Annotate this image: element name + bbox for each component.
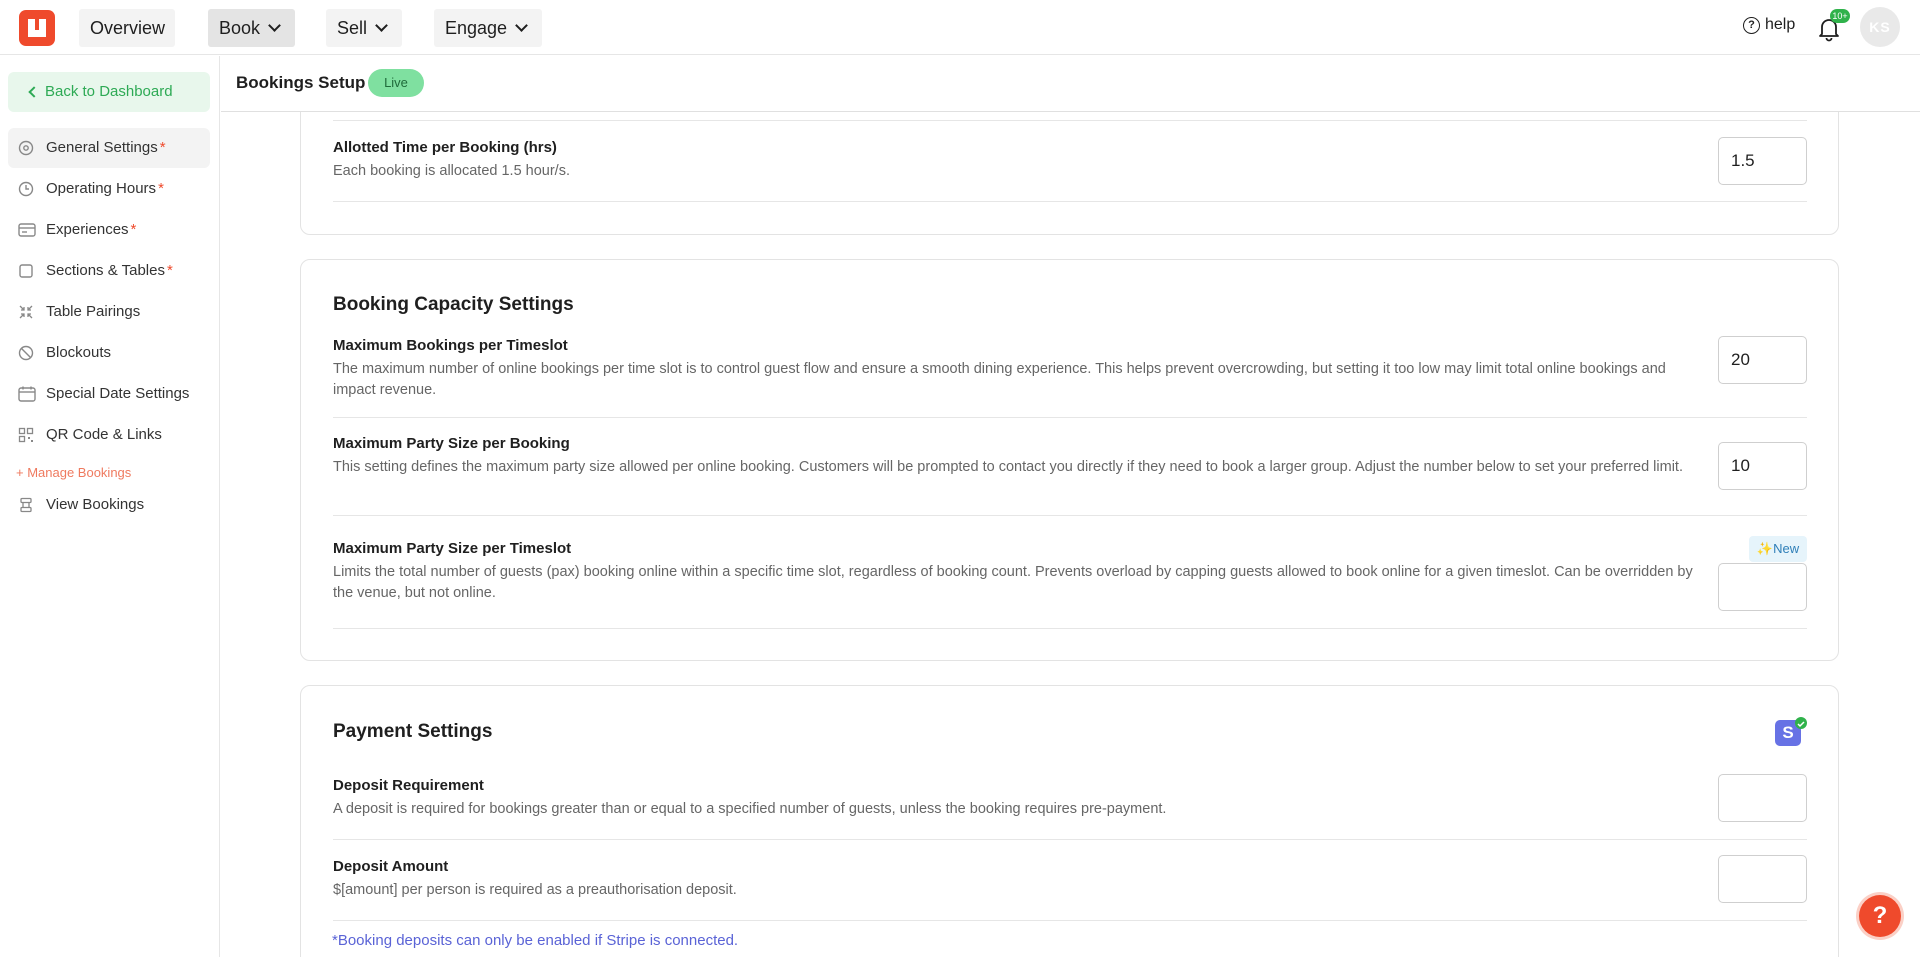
sidebar-item-view-bookings[interactable]: View Bookings <box>8 485 210 525</box>
block-icon <box>18 345 34 361</box>
page-header: Bookings Setup Live <box>221 56 1920 112</box>
max-party-timeslot-description: Limits the total number of guests (pax) … <box>333 564 1693 601</box>
question-circle-icon: ? <box>1743 16 1760 34</box>
chevron-down-icon <box>268 19 281 32</box>
bookings-stack-icon <box>20 497 32 513</box>
sidebar-item-table-pairings[interactable]: Table Pairings <box>8 292 210 332</box>
sidebar-item-label: Experiences <box>46 221 129 238</box>
sidebar-item-operating-hours[interactable]: Operating Hours * <box>8 169 210 209</box>
max-bookings-title: Maximum Bookings per Timeslot <box>333 337 568 354</box>
sidebar-item-label: Sections & Tables <box>46 262 165 279</box>
nav-sell-label: Sell <box>337 18 368 38</box>
user-avatar[interactable]: KS <box>1860 7 1900 47</box>
sidebar-item-general-settings[interactable]: General Settings * <box>8 128 210 168</box>
max-bookings-input[interactable]: 20 <box>1718 336 1807 384</box>
logo-icon <box>28 19 46 37</box>
qr-code-icon <box>18 427 34 443</box>
gear-icon <box>18 140 34 156</box>
deposit-amount-input[interactable] <box>1718 855 1807 903</box>
nav-book[interactable]: Book <box>208 9 295 47</box>
help-floating-button[interactable]: ? <box>1859 895 1901 937</box>
max-bookings-description: The maximum number of online bookings pe… <box>333 361 1666 398</box>
chevron-down-icon <box>375 19 388 32</box>
square-icon <box>19 264 33 278</box>
deposit-requirement-input[interactable] <box>1718 774 1807 822</box>
sidebar-item-blockouts[interactable]: Blockouts <box>8 333 210 373</box>
max-party-row: Maximum Party Size per Booking This sett… <box>333 435 1807 495</box>
divider <box>333 515 1807 516</box>
chevron-down-icon <box>515 19 528 32</box>
allotted-time-description: Each booking is allocated 1.5 hour/s. <box>333 163 570 179</box>
sidebar-item-qr-code-links[interactable]: QR Code & Links <box>8 415 210 455</box>
sidebar-item-label: Table Pairings <box>46 303 141 320</box>
payment-settings-card: Payment Settings S Deposit Requirement A… <box>300 685 1839 957</box>
deposit-requirement-title: Deposit Requirement <box>333 777 484 794</box>
sidebar-item-label: Operating Hours <box>46 180 157 197</box>
deposit-amount-description: $[amount] per person is required as a pr… <box>333 882 737 898</box>
sidebar-item-label: Blockouts <box>46 344 112 361</box>
deposit-amount-title: Deposit Amount <box>333 858 449 875</box>
nav-sell[interactable]: Sell <box>326 9 402 47</box>
help-label: help <box>1765 16 1796 33</box>
payment-settings-title: Payment Settings <box>333 721 493 742</box>
help-link[interactable]: ? help <box>1743 16 1795 34</box>
sidebar-item-label: View Bookings <box>46 496 145 513</box>
divider <box>333 839 1807 840</box>
stripe-connection-note: *Booking deposits can only be enabled if… <box>332 932 739 949</box>
new-feature-badge: ✨New <box>1749 536 1807 562</box>
divider <box>333 417 1807 418</box>
nav-engage[interactable]: Engage <box>434 9 542 47</box>
required-marker: * <box>130 221 137 238</box>
sidebar-item-label: Special Date Settings <box>46 385 190 402</box>
checkmark-icon <box>1797 721 1805 728</box>
nav-engage-label: Engage <box>445 18 508 38</box>
divider <box>333 628 1807 629</box>
max-party-timeslot-input[interactable] <box>1718 563 1807 611</box>
deposit-requirement-row: Deposit Requirement A deposit is require… <box>333 777 1807 821</box>
required-marker: * <box>159 139 166 156</box>
required-marker: * <box>158 180 164 197</box>
divider <box>333 120 1807 121</box>
max-party-title: Maximum Party Size per Booking <box>333 435 570 452</box>
sidebar-item-label: General Settings <box>46 139 158 156</box>
allotted-time-input[interactable]: 1.5 <box>1718 137 1807 185</box>
sidebar-item-sections-tables[interactable]: Sections & Tables * <box>8 251 210 291</box>
sidebar-item-label: QR Code & Links <box>46 426 162 443</box>
page-title: Bookings Setup <box>236 73 366 92</box>
allotted-time-title: Allotted Time per Booking (hrs) <box>333 139 557 156</box>
booking-capacity-card: Booking Capacity Settings Maximum Bookin… <box>300 259 1839 661</box>
check-icon <box>1795 717 1807 729</box>
max-party-description: This setting defines the maximum party s… <box>333 459 1683 475</box>
back-to-dashboard-label: Back to Dashboard <box>45 83 173 100</box>
shrink-arrows-icon <box>19 305 33 319</box>
clock-icon <box>18 181 34 197</box>
back-to-dashboard-button[interactable]: Back to Dashboard <box>8 72 210 112</box>
sidebar: Back to Dashboard General Settings * Oper… <box>0 56 220 957</box>
status-badge: Live <box>368 69 424 97</box>
top-navigation-bar: Overview Book Sell Engage ? help 10+ KS <box>0 0 1920 55</box>
booking-capacity-title: Booking Capacity Settings <box>333 294 574 315</box>
sidebar-item-special-date-settings[interactable]: Special Date Settings <box>8 374 210 414</box>
max-party-input[interactable]: 10 <box>1718 442 1807 490</box>
manage-bookings-section-label[interactable]: + Manage Bookings <box>16 465 131 480</box>
deposit-amount-row: Deposit Amount $[amount] per person is r… <box>333 858 1807 902</box>
nav-overview[interactable]: Overview <box>79 9 175 47</box>
nav-book-label: Book <box>219 18 261 38</box>
max-party-timeslot-row: Maximum Party Size per Timeslot Limits t… <box>333 540 1807 601</box>
max-party-timeslot-title: Maximum Party Size per Timeslot <box>333 540 572 557</box>
sidebar-item-experiences[interactable]: Experiences * <box>8 210 210 250</box>
divider <box>333 920 1807 921</box>
chevron-left-icon <box>28 86 40 98</box>
calendar-icon <box>18 386 36 402</box>
allotted-time-row: Allotted Time per Booking (hrs) Each boo… <box>333 139 1807 199</box>
app-logo[interactable] <box>19 10 55 46</box>
card-icon <box>18 223 36 237</box>
max-bookings-row: Maximum Bookings per Timeslot The maximu… <box>333 337 1807 398</box>
nav-overview-label: Overview <box>90 18 166 38</box>
deposit-requirement-description: A deposit is required for bookings great… <box>333 801 1167 817</box>
notification-badge: 10+ <box>1830 9 1850 23</box>
divider <box>333 201 1807 202</box>
required-marker: * <box>166 262 173 279</box>
